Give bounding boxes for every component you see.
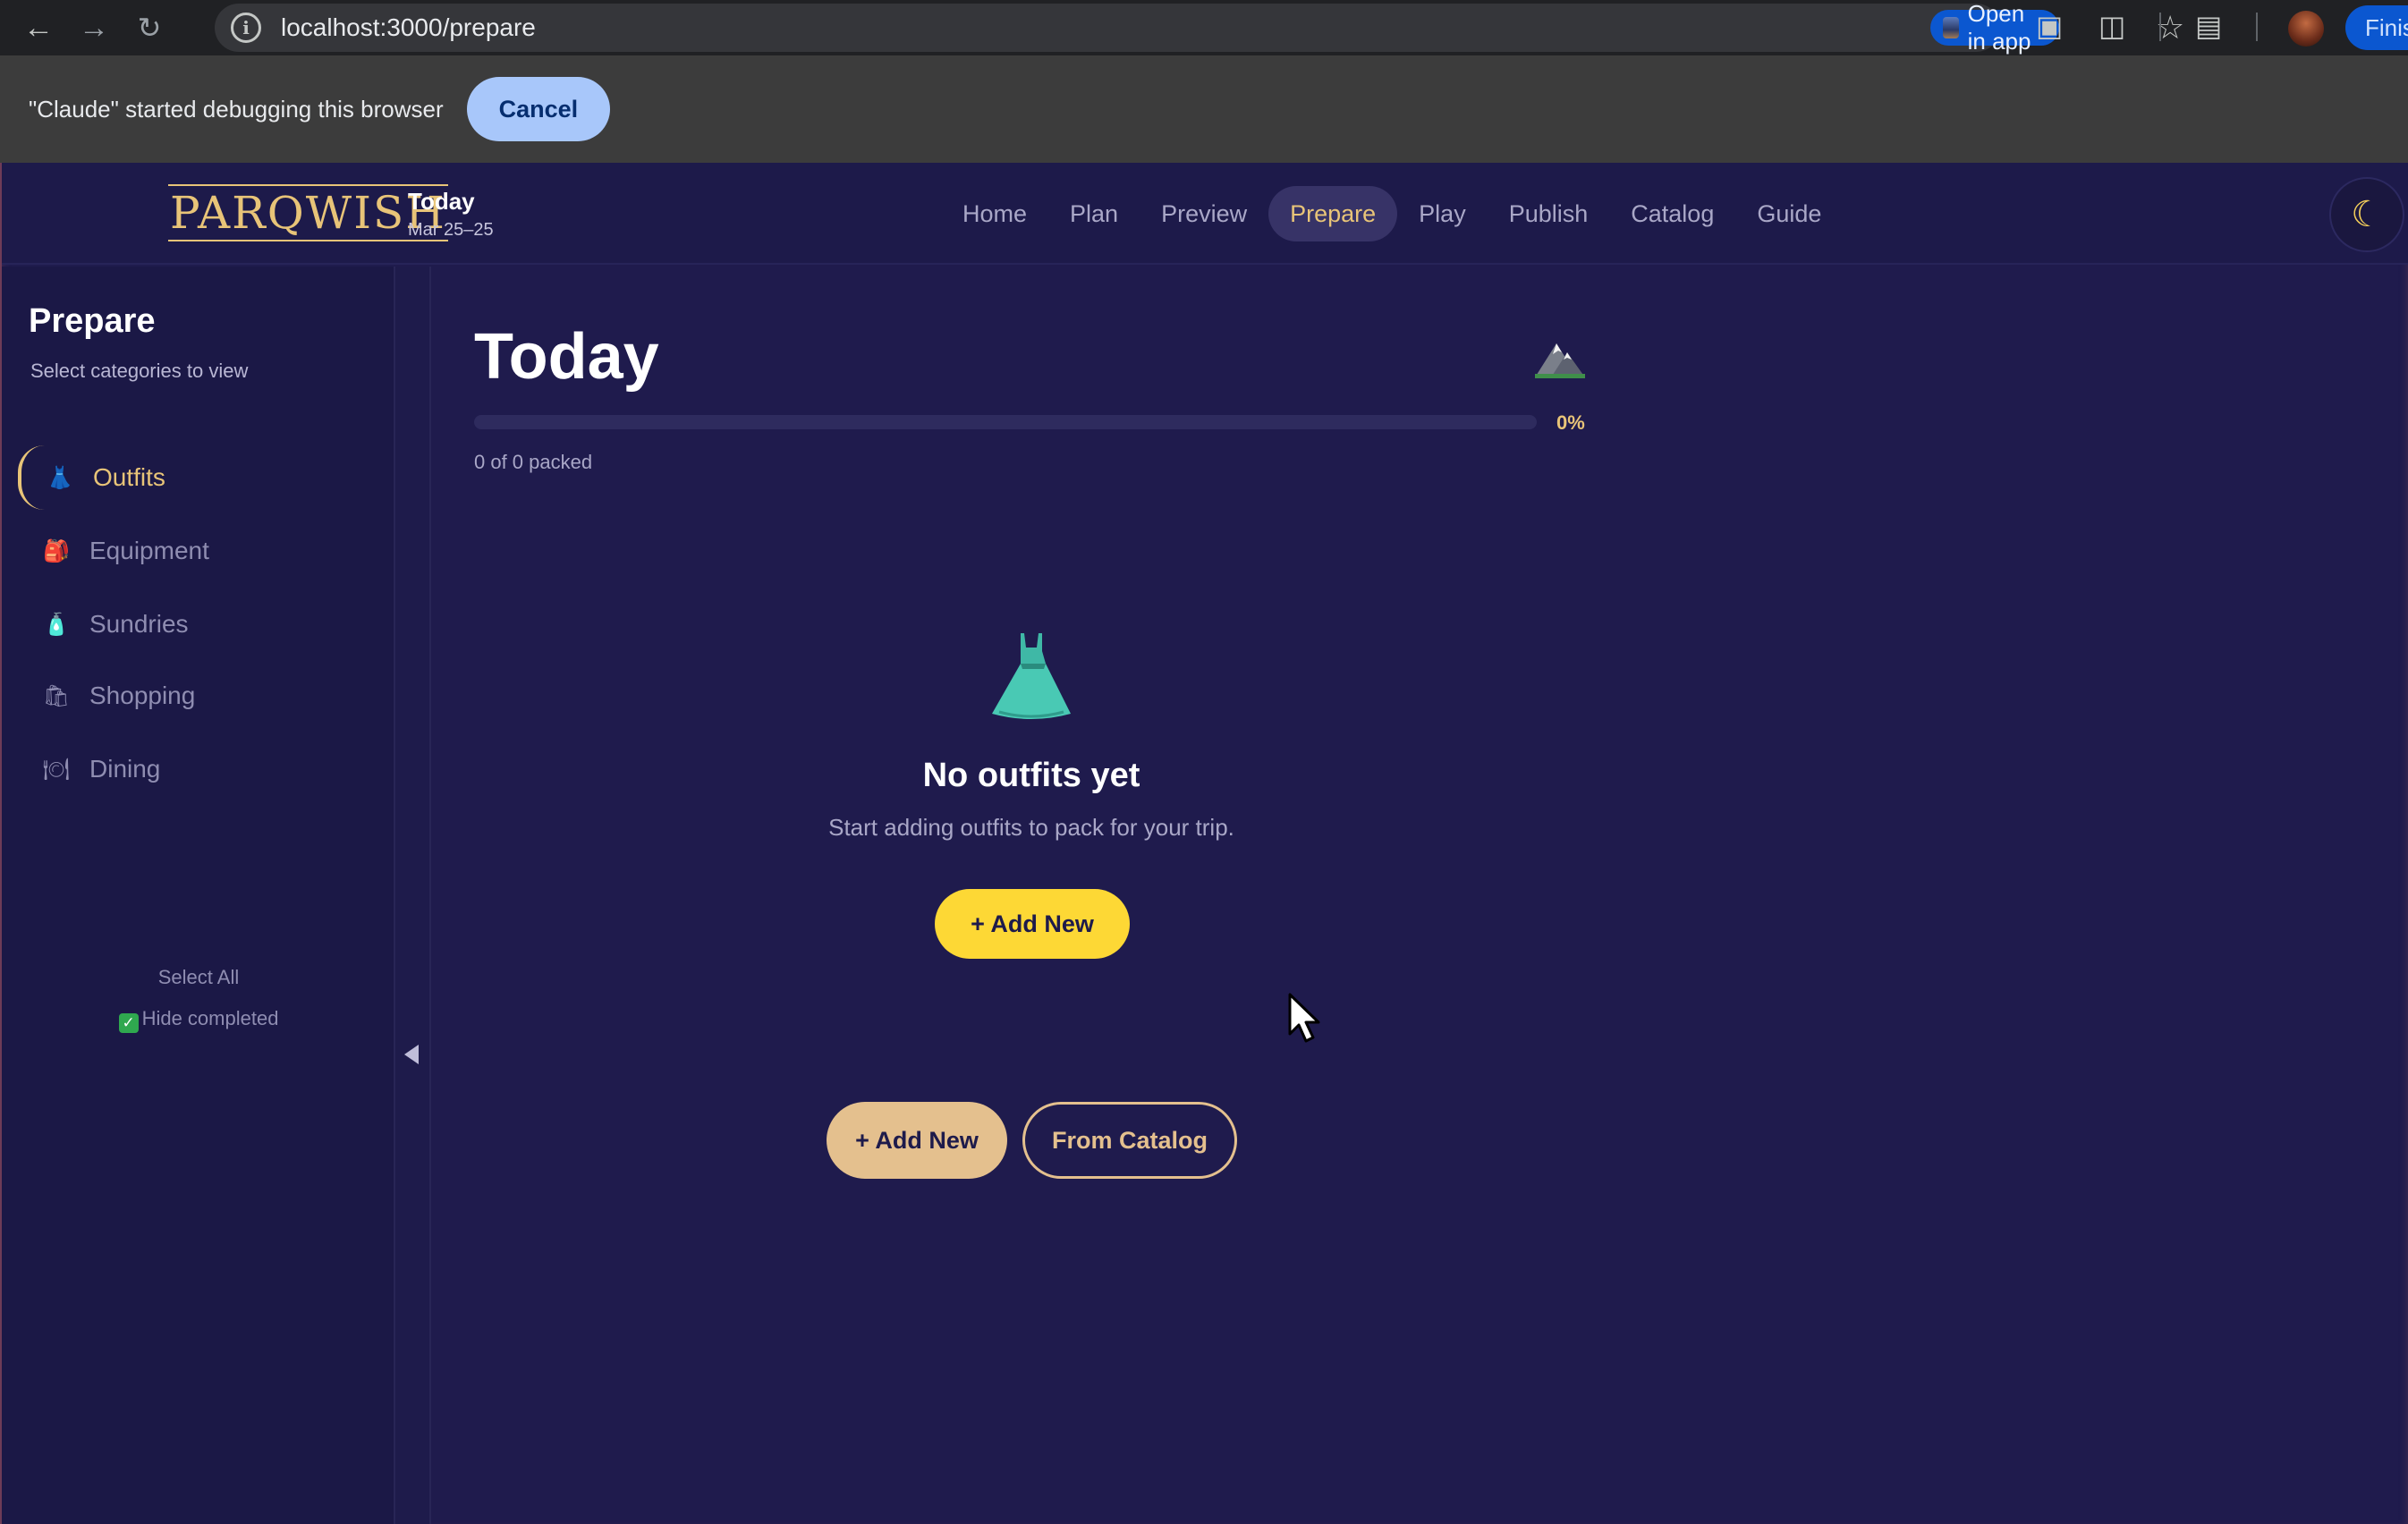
mountain-icon bbox=[1535, 343, 1585, 378]
site-info-icon[interactable]: i bbox=[231, 13, 261, 43]
url-text: localhost:3000/prepare bbox=[281, 13, 536, 41]
hide-completed-label: Hide completed bbox=[141, 1007, 279, 1029]
sidebar-item-label: Shopping bbox=[89, 682, 196, 709]
toolbar-divider bbox=[2256, 13, 2258, 41]
tab-plan[interactable]: Plan bbox=[1048, 186, 1140, 241]
tab-publish[interactable]: Publish bbox=[1488, 186, 1610, 241]
cancel-debugging-button[interactable]: Cancel bbox=[466, 77, 611, 141]
dress-icon: 👗 bbox=[47, 465, 73, 490]
sidebar-collapse-handle[interactable] bbox=[395, 267, 431, 1524]
sidebar-item-equipment[interactable]: 🎒 Equipment bbox=[18, 519, 385, 583]
dress-icon bbox=[992, 633, 1071, 719]
debugging-infobar: "Claude" started debugging this browser … bbox=[0, 55, 2408, 163]
backpack-icon: 🎒 bbox=[43, 538, 70, 563]
from-catalog-button[interactable]: From Catalog bbox=[1022, 1102, 1237, 1179]
address-bar[interactable]: i localhost:3000/prepare Open in app ☆ bbox=[215, 0, 2184, 55]
tab-guide[interactable]: Guide bbox=[1735, 186, 1843, 241]
add-new-button[interactable]: + Add New bbox=[935, 889, 1130, 959]
sidebar-item-label: Equipment bbox=[89, 537, 209, 564]
checkmark-icon: ✓ bbox=[118, 1013, 139, 1033]
progress-percent: 0% bbox=[1556, 411, 1585, 434]
reload-icon[interactable]: ↻ bbox=[122, 0, 177, 55]
app-thumbnail-icon bbox=[1943, 17, 1959, 38]
tab-prepare[interactable]: Prepare bbox=[1268, 186, 1398, 241]
finish-button[interactable]: Finis bbox=[2345, 5, 2408, 50]
profile-avatar[interactable] bbox=[2288, 11, 2324, 47]
prepare-sidebar: Prepare Select categories to view 👗 Outf… bbox=[2, 267, 395, 1524]
theme-toggle-button[interactable]: ☾ bbox=[2329, 177, 2404, 252]
packing-progress-bar bbox=[474, 415, 1537, 429]
sidebar-title: Prepare bbox=[29, 302, 156, 340]
page-title: Today bbox=[474, 321, 659, 393]
browser-toolbar: ← → ↻ i localhost:3000/prepare Open in a… bbox=[0, 0, 2408, 55]
parqwish-logo[interactable]: PARQWISH bbox=[168, 184, 448, 241]
mouse-cursor-icon bbox=[1288, 993, 1320, 1043]
select-all-link[interactable]: Select All bbox=[2, 966, 395, 989]
debugging-message: "Claude" started debugging this browser bbox=[29, 95, 444, 123]
tab-play[interactable]: Play bbox=[1397, 186, 1488, 241]
tab-preview[interactable]: Preview bbox=[1140, 186, 1268, 241]
collapse-arrow-icon[interactable] bbox=[404, 1045, 419, 1064]
finish-button-label: Finis bbox=[2365, 13, 2408, 41]
moon-icon: ☾ bbox=[2351, 195, 2383, 234]
tab-catalog[interactable]: Catalog bbox=[1609, 186, 1735, 241]
sidebar-item-shopping[interactable]: 🛍 Shopping bbox=[18, 664, 385, 728]
top-navigation: PARQWISH Today Mar 25–25 Home Plan Previ… bbox=[2, 163, 2408, 265]
tab-search-icon[interactable]: ▤ bbox=[2195, 9, 2222, 43]
sidebar-subtitle: Select categories to view bbox=[30, 360, 249, 382]
packed-count: 0 of 0 packed bbox=[474, 451, 593, 473]
tab-home[interactable]: Home bbox=[941, 186, 1048, 241]
open-in-app-label: Open in app bbox=[1967, 0, 2031, 55]
forward-icon[interactable]: → bbox=[66, 0, 122, 55]
shopping-bags-icon: 🛍 bbox=[42, 683, 71, 708]
sidebar-item-outfits[interactable]: 👗 Outfits bbox=[18, 445, 385, 510]
empty-state-subtitle: Start adding outfits to pack for your tr… bbox=[828, 814, 1234, 841]
puzzle-icon[interactable]: ◫ bbox=[2099, 9, 2125, 43]
toolbar-divider bbox=[2159, 13, 2161, 41]
trip-title: Today bbox=[408, 188, 475, 215]
app-viewport: PARQWISH Today Mar 25–25 Home Plan Previ… bbox=[0, 163, 2408, 1524]
trip-dates: Mar 25–25 bbox=[408, 220, 494, 240]
main-tabs: Home Plan Preview Prepare Play Publish C… bbox=[941, 186, 1843, 241]
sidebar-item-label: Outfits bbox=[93, 463, 165, 491]
back-icon[interactable]: ← bbox=[11, 0, 66, 55]
lotion-bottle-icon: 🧴 bbox=[43, 612, 70, 637]
sidebar-item-sundries[interactable]: 🧴 Sundries bbox=[18, 592, 385, 656]
footer-add-new-button[interactable]: + Add New bbox=[827, 1102, 1007, 1179]
empty-state-title: No outfits yet bbox=[922, 757, 1140, 794]
sidebar-item-label: Sundries bbox=[89, 610, 189, 638]
hide-completed-toggle[interactable]: ✓ Hide completed bbox=[2, 1007, 395, 1033]
extension-icon[interactable]: ▣ bbox=[2036, 9, 2063, 43]
